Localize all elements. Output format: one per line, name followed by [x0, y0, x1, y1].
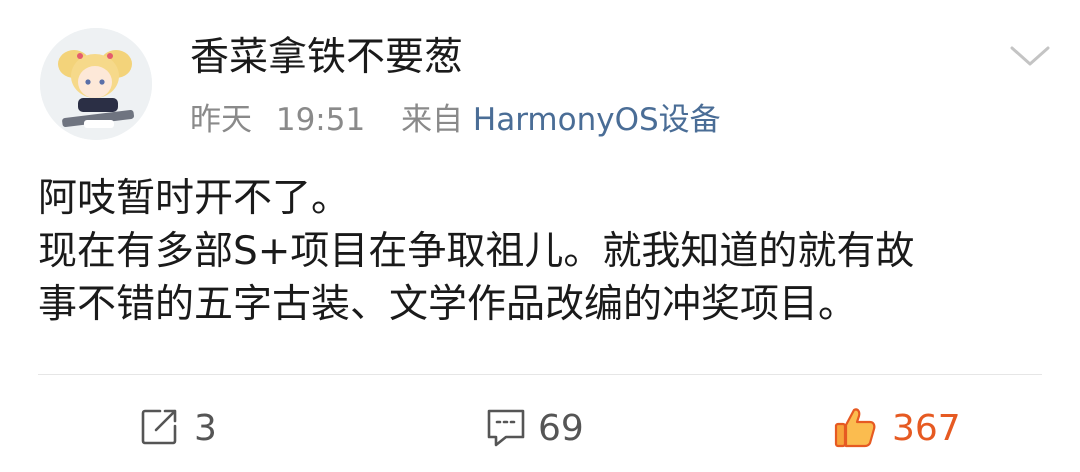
username[interactable]: 香菜拿铁不要葱 — [190, 34, 463, 82]
post-time: 19:51 — [275, 102, 366, 138]
content-line: 现在有多部S+项目在争取祖儿。就我知道的就有故 — [38, 229, 915, 274]
comment-icon — [484, 406, 528, 452]
post-content: 阿吱暂时开不了。 现在有多部S+项目在争取祖儿。就我知道的就有故 事不错的五字古… — [38, 172, 1050, 331]
repost-button[interactable]: 3 — [138, 404, 217, 454]
repost-count: 3 — [194, 408, 217, 449]
source-prefix: 来自 — [401, 102, 464, 138]
chevron-down-icon[interactable] — [1006, 40, 1054, 72]
content-line: 阿吱暂时开不了。 — [38, 176, 351, 221]
comment-button[interactable]: 69 — [484, 404, 584, 454]
content-line: 事不错的五字古装、文学作品改编的冲奖项目。 — [38, 282, 858, 327]
post-date: 昨天 — [190, 102, 252, 138]
share-icon — [138, 406, 180, 452]
watermark-overlay — [592, 434, 692, 472]
comment-count: 69 — [538, 408, 584, 449]
avatar[interactable] — [40, 28, 152, 140]
like-button[interactable]: 367 — [832, 404, 961, 454]
like-count: 367 — [892, 408, 961, 449]
source-link[interactable]: HarmonyOS设备 — [473, 102, 721, 138]
divider — [38, 374, 1042, 375]
post-meta: 昨天 19:51 来自 HarmonyOS设备 — [190, 100, 721, 140]
thumbs-up-icon — [832, 404, 878, 454]
avatar-image — [40, 28, 152, 140]
